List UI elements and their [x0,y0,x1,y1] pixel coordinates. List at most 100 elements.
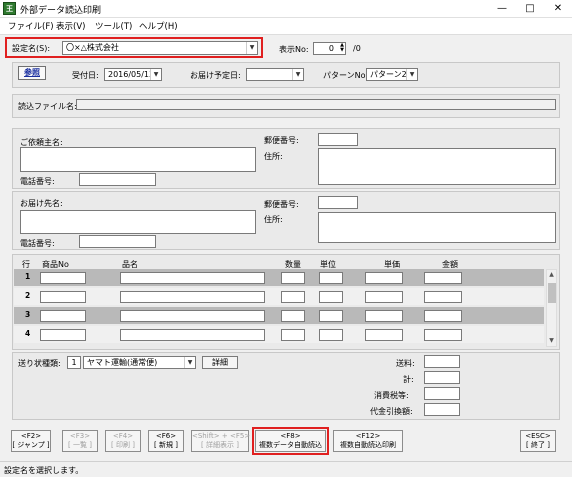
item-no-cell[interactable] [40,272,86,284]
maximize-button[interactable]: □ [516,0,544,18]
amount-cell[interactable] [424,329,462,341]
title-bar: 王 外部データ読込印刷 — □ ✕ [0,0,572,18]
tax-label: 消費税等: [374,391,409,400]
amount-cell[interactable] [424,272,462,284]
f2-jump-button[interactable]: <F2> [ ジャンプ ] [11,430,51,452]
row-number: 1 [25,272,31,281]
f6-key: <F6> [155,432,177,440]
f3-list-button[interactable]: <F3> [ 一覧 ] [62,430,98,452]
f2-key: <F2> [20,432,42,440]
esc-exit-button[interactable]: <ESC> [ 終了 ] [520,430,556,452]
f6-label: [ 新規 ] [154,441,178,449]
detail-button[interactable]: 詳細 [202,356,238,369]
window-title: 外部データ読込印刷 [20,6,102,16]
menu-view[interactable]: 表示(V) [56,20,85,32]
unit-cell[interactable] [319,329,343,341]
dest-postal-label: 郵便番号: [264,200,299,209]
ship-type-select[interactable]: ヤマト運輸(通常便) ▼ [83,356,196,369]
menu-file[interactable]: ファイル(F) [8,20,54,32]
f8-batch-load-button[interactable]: <F8> 複数データ自動読込 [255,430,326,452]
ship-type-no[interactable]: 1 [67,356,81,369]
row-number: 3 [25,310,31,319]
spinner-icon[interactable]: ▲ ▼ [340,43,344,53]
f12-batch-print-button[interactable]: <F12> 複数自動読込印刷 [333,430,403,452]
f8-label: 複数データ自動読込 [259,441,322,449]
esc-key: <ESC> [525,432,551,440]
client-postal-label: 郵便番号: [264,136,299,145]
dest-name-input[interactable] [20,210,256,234]
qty-cell[interactable] [281,272,305,284]
f3-label: [ 一覧 ] [68,441,92,449]
receipt-date-input[interactable]: 2016/05/13 ▼ [104,68,162,81]
chevron-down-icon: ▼ [406,69,417,80]
row-number: 2 [25,291,31,300]
client-address-input[interactable] [318,148,556,185]
unit-cell[interactable] [319,272,343,284]
qty-cell[interactable] [281,329,305,341]
table-row: 4 [14,326,544,343]
f8-key: <F8> [280,432,301,440]
item-name-cell[interactable] [120,272,265,284]
ship-type-label: 送り状種類: [18,359,61,368]
esc-label: [ 終了 ] [526,441,550,449]
postage-field[interactable] [424,355,460,368]
scroll-thumb[interactable] [548,283,556,303]
chevron-down-icon: ▼ [246,42,257,54]
f6-new-button[interactable]: <F6> [ 新規 ] [148,430,184,452]
shift-f5-detail-button[interactable]: <Shift> + <F5> [ 詳細表示 ] [191,430,250,452]
unit-price-cell[interactable] [365,291,403,303]
delivery-date-input[interactable]: ▼ [246,68,304,81]
item-name-cell[interactable] [120,329,265,341]
total-field [424,371,460,384]
menu-tools[interactable]: ツール(T) [95,20,132,32]
unit-price-cell[interactable] [365,272,403,284]
qty-cell[interactable] [281,310,305,322]
client-phone-input[interactable] [79,173,156,186]
dest-phone-input[interactable] [79,235,156,248]
unit-price-cell[interactable] [365,329,403,341]
setting-select[interactable]: 〇×△株式会社 ▼ [62,41,258,55]
grid-scrollbar[interactable]: ▲ ▼ [546,269,557,347]
display-no-total: /0 [353,44,361,53]
table-row: 1 [14,269,544,286]
f4-label: [ 印刷 ] [111,441,135,449]
amount-cell[interactable] [424,291,462,303]
scroll-down-icon[interactable]: ▼ [547,336,556,346]
f12-key: <F12> [355,432,381,440]
qty-cell[interactable] [281,291,305,303]
dest-postal-input[interactable] [318,196,358,209]
cod-field[interactable] [424,403,460,416]
client-postal-input[interactable] [318,133,358,146]
client-name-input[interactable] [20,147,256,172]
total-label: 計: [403,375,414,384]
pattern-value: パターン2 [370,70,407,79]
delivery-label: お届け予定日: [190,71,241,80]
close-button[interactable]: ✕ [544,0,572,18]
ref-button[interactable]: 参照 [18,66,46,80]
scroll-up-icon[interactable]: ▲ [547,270,556,280]
chevron-down-icon: ▼ [150,69,161,80]
f4-print-button[interactable]: <F4> [ 印刷 ] [105,430,141,452]
item-no-cell[interactable] [40,291,86,303]
status-text: 設定名を選択します。 [4,466,84,475]
receipt-label: 受付日: [72,71,99,80]
menu-bar: ファイル(F) 表示(V) ツール(T) ヘルプ(H) [0,18,572,35]
amount-cell[interactable] [424,310,462,322]
status-bar: 設定名を選択します。 [0,461,572,477]
item-name-cell[interactable] [120,291,265,303]
unit-cell[interactable] [319,291,343,303]
display-no-value: 0 [328,44,334,53]
item-no-cell[interactable] [40,329,86,341]
minimize-button[interactable]: — [488,0,516,18]
setting-value: 〇×△株式会社 [66,43,119,52]
cod-label: 代金引換額: [370,407,413,416]
unit-price-cell[interactable] [365,310,403,322]
unit-cell[interactable] [319,310,343,322]
display-no-input[interactable]: 0 ▲ ▼ [313,42,346,55]
pattern-select[interactable]: パターン2 ▼ [366,68,418,81]
dest-address-input[interactable] [318,212,556,243]
item-name-cell[interactable] [120,310,265,322]
item-no-cell[interactable] [40,310,86,322]
menu-help[interactable]: ヘルプ(H) [139,20,178,32]
dest-name-label: お届け先名: [20,199,63,208]
